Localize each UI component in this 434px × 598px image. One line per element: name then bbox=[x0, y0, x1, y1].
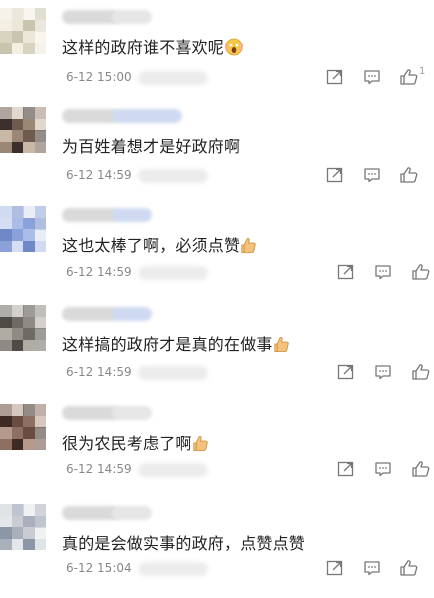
comment-icon[interactable] bbox=[363, 559, 385, 581]
comment-icon[interactable] bbox=[374, 263, 396, 285]
avatar[interactable] bbox=[0, 504, 46, 550]
comment-text: 这也太棒了啊，必须点赞 bbox=[62, 232, 257, 256]
thumbs-up-emoji-icon bbox=[273, 335, 290, 354]
comment-timestamp: 6-12 14:59 bbox=[66, 168, 132, 182]
comment-text: 很为农民考虑了啊 bbox=[62, 430, 209, 454]
avatar[interactable] bbox=[0, 305, 46, 351]
comment-item: 这也太棒了啊，必须点赞 6-12 14:59 bbox=[0, 198, 434, 297]
comment-icon[interactable] bbox=[374, 460, 396, 482]
comment-timestamp: 6-12 14:59 bbox=[66, 265, 132, 279]
comment-item: 这样搞的政府才是真的在做事 6-12 14:59 bbox=[0, 297, 434, 396]
comment-text-content: 这样搞的政府才是真的在做事 bbox=[62, 335, 273, 354]
comment-icon[interactable] bbox=[363, 68, 385, 90]
thumbs-up-icon[interactable] bbox=[411, 263, 433, 285]
thumbs-up-icon[interactable] bbox=[399, 559, 421, 581]
redacted-source bbox=[138, 71, 208, 85]
thumbs-up-emoji-icon bbox=[192, 434, 209, 453]
avatar[interactable] bbox=[0, 107, 46, 153]
comment-text-content: 为百姓着想才是好政府啊 bbox=[62, 137, 241, 156]
comment-item: 为百姓着想才是好政府啊 6-12 14:59 bbox=[0, 99, 434, 198]
avatar[interactable] bbox=[0, 206, 46, 252]
comment-item: 很为农民考虑了啊 6-12 14:59 bbox=[0, 396, 434, 495]
redacted-source bbox=[138, 562, 208, 576]
comment-text: 为百姓着想才是好政府啊 bbox=[62, 133, 240, 157]
redacted-source bbox=[138, 463, 208, 477]
comment-text-content: 真的是会做实事的政府，点赞点赞 bbox=[62, 534, 306, 553]
comment-item: 真的是会做实事的政府，点赞点赞 6-12 15:04 bbox=[0, 496, 434, 595]
comment-icon[interactable] bbox=[363, 166, 385, 188]
comment-text: 这样的政府谁不喜欢呢 bbox=[62, 34, 243, 58]
avatar[interactable] bbox=[0, 404, 46, 450]
thumbs-up-icon[interactable] bbox=[399, 166, 421, 188]
comment-icon[interactable] bbox=[374, 363, 396, 385]
comment-text-content: 这样的政府谁不喜欢呢 bbox=[62, 38, 225, 57]
redacted-source bbox=[138, 266, 208, 280]
share-icon[interactable] bbox=[326, 559, 348, 581]
comment-timestamp: 6-12 15:00 bbox=[66, 70, 132, 84]
redacted-source bbox=[138, 169, 208, 183]
thumbs-up-emoji-icon bbox=[240, 236, 257, 255]
share-icon[interactable] bbox=[337, 263, 359, 285]
comment-timestamp: 6-12 14:59 bbox=[66, 365, 132, 379]
comment-item: 这样的政府谁不喜欢呢 6-12 15:00 1 bbox=[0, 0, 434, 99]
thumbs-up-icon[interactable] bbox=[411, 460, 433, 482]
share-icon[interactable] bbox=[337, 363, 359, 385]
comment-timestamp: 6-12 15:04 bbox=[66, 561, 132, 575]
redacted-source bbox=[138, 366, 208, 380]
comment-text-content: 这也太棒了啊，必须点赞 bbox=[62, 236, 241, 255]
share-icon[interactable] bbox=[337, 460, 359, 482]
comment-text-content: 很为农民考虑了啊 bbox=[62, 434, 192, 453]
thumbs-up-icon[interactable] bbox=[411, 363, 433, 385]
comment-timestamp: 6-12 14:59 bbox=[66, 462, 132, 476]
comment-text: 真的是会做实事的政府，点赞点赞 bbox=[62, 530, 305, 554]
like-count: 1 bbox=[419, 66, 426, 77]
share-icon[interactable] bbox=[326, 166, 348, 188]
scream-face-emoji-icon bbox=[224, 38, 243, 57]
share-icon[interactable] bbox=[326, 68, 348, 90]
comment-text: 这样搞的政府才是真的在做事 bbox=[62, 331, 290, 355]
avatar[interactable] bbox=[0, 8, 46, 54]
thumbs-up-icon[interactable]: 1 bbox=[399, 66, 425, 90]
